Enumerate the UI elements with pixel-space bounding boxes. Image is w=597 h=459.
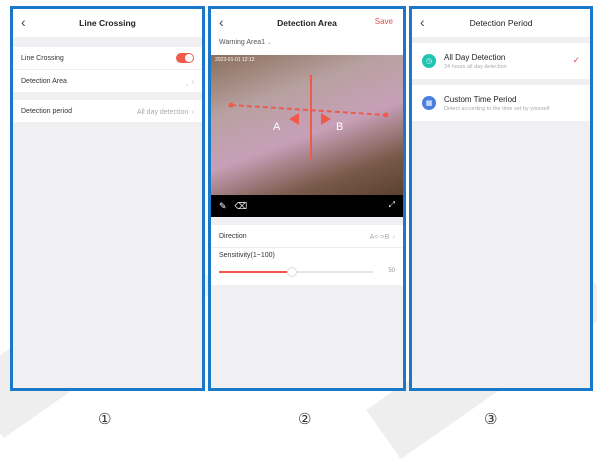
back-arrow-icon[interactable]: ‹	[420, 13, 434, 31]
detection-period-row[interactable]: Detection period All day detection ›	[13, 100, 202, 122]
chevron-down-icon: ⌄	[267, 40, 273, 46]
screen-detection-area: ‹ Detection Area Save Warning Area1 ⌄ 20…	[208, 6, 406, 391]
sensitivity-label: Sensitivity(1~100)	[219, 252, 275, 259]
option-all-day[interactable]: ◷ All Day Detection 24 hours all day det…	[412, 43, 590, 79]
chevron-right-icon: ›	[191, 106, 194, 116]
direction-row[interactable]: Direction A<->B ›	[211, 225, 403, 247]
arrow-right-marker	[321, 113, 331, 125]
screen-line-crossing: ‹ Line Crossing Line Crossing Detection …	[10, 6, 205, 391]
back-arrow-icon[interactable]: ‹	[219, 13, 233, 31]
detection-period-label: Detection period	[21, 107, 72, 115]
line-crossing-label: Line Crossing	[21, 54, 64, 62]
slider-fill	[219, 271, 292, 273]
detection-period-value: All day detection	[136, 108, 189, 116]
screen-detection-period: ‹ Detection Period ◷ All Day Detection 2…	[409, 6, 593, 391]
option-subtitle: Detect according to the time set by your…	[444, 105, 550, 112]
sensitivity-slider[interactable]: 50	[219, 267, 395, 277]
back-arrow-icon[interactable]: ‹	[21, 13, 35, 31]
line-crossing-toggle[interactable]	[176, 53, 194, 63]
clock-icon: ◷	[422, 54, 436, 68]
option-subtitle: 24 hours all day detection	[444, 63, 507, 70]
checkmark-icon: ✓	[572, 55, 580, 65]
fullscreen-icon[interactable]: ⤢	[389, 200, 395, 210]
chevron-right-icon: ›	[392, 231, 395, 241]
arrow-left-marker	[289, 113, 299, 125]
direction-value: A<->B	[369, 233, 390, 241]
option-custom-period[interactable]: ▦ Custom Time Period Detect according to…	[412, 85, 590, 121]
line-label-b: B	[336, 121, 344, 133]
sensitivity-value: 50	[388, 268, 395, 274]
header: ‹ Detection Area Save	[211, 9, 403, 37]
area-select-value: Warning Area1	[219, 39, 266, 46]
figure-number-1: ①	[98, 410, 112, 428]
sensitivity-section: Sensitivity(1~100) 50	[211, 248, 403, 285]
figure-number-3: ③	[484, 410, 498, 428]
grid-icon: ▦	[422, 96, 436, 110]
area-dropdown[interactable]: Warning Area1 ⌄	[211, 37, 403, 55]
camera-toolbar: ✎ ⌫ ⤢	[211, 195, 403, 217]
pencil-icon[interactable]: ✎	[219, 201, 227, 212]
crossing-line-overlay[interactable]	[211, 55, 403, 195]
line-label-a: A	[273, 121, 281, 133]
page-title: Detection Period	[469, 18, 533, 28]
detection-area-row[interactable]: Detection Area ‸ ›	[13, 70, 202, 92]
save-button[interactable]: Save	[375, 17, 393, 26]
option-title: All Day Detection	[444, 52, 506, 62]
direction-label: Direction	[219, 232, 247, 240]
trash-icon[interactable]: ⌫	[235, 201, 248, 212]
camera-preview[interactable]: 2023-01-01 12:12 A B	[211, 55, 403, 195]
header: ‹ Detection Period	[412, 9, 590, 37]
detection-area-value: ‸	[185, 78, 189, 86]
chevron-right-icon: ›	[191, 76, 194, 86]
detection-area-label: Detection Area	[21, 77, 67, 85]
option-title: Custom Time Period	[444, 94, 517, 104]
figure-number-2: ②	[298, 410, 312, 428]
page-title: Line Crossing	[79, 18, 136, 28]
header: ‹ Line Crossing	[13, 9, 202, 37]
line-crossing-row: Line Crossing	[13, 47, 202, 69]
slider-knob[interactable]	[287, 267, 297, 277]
